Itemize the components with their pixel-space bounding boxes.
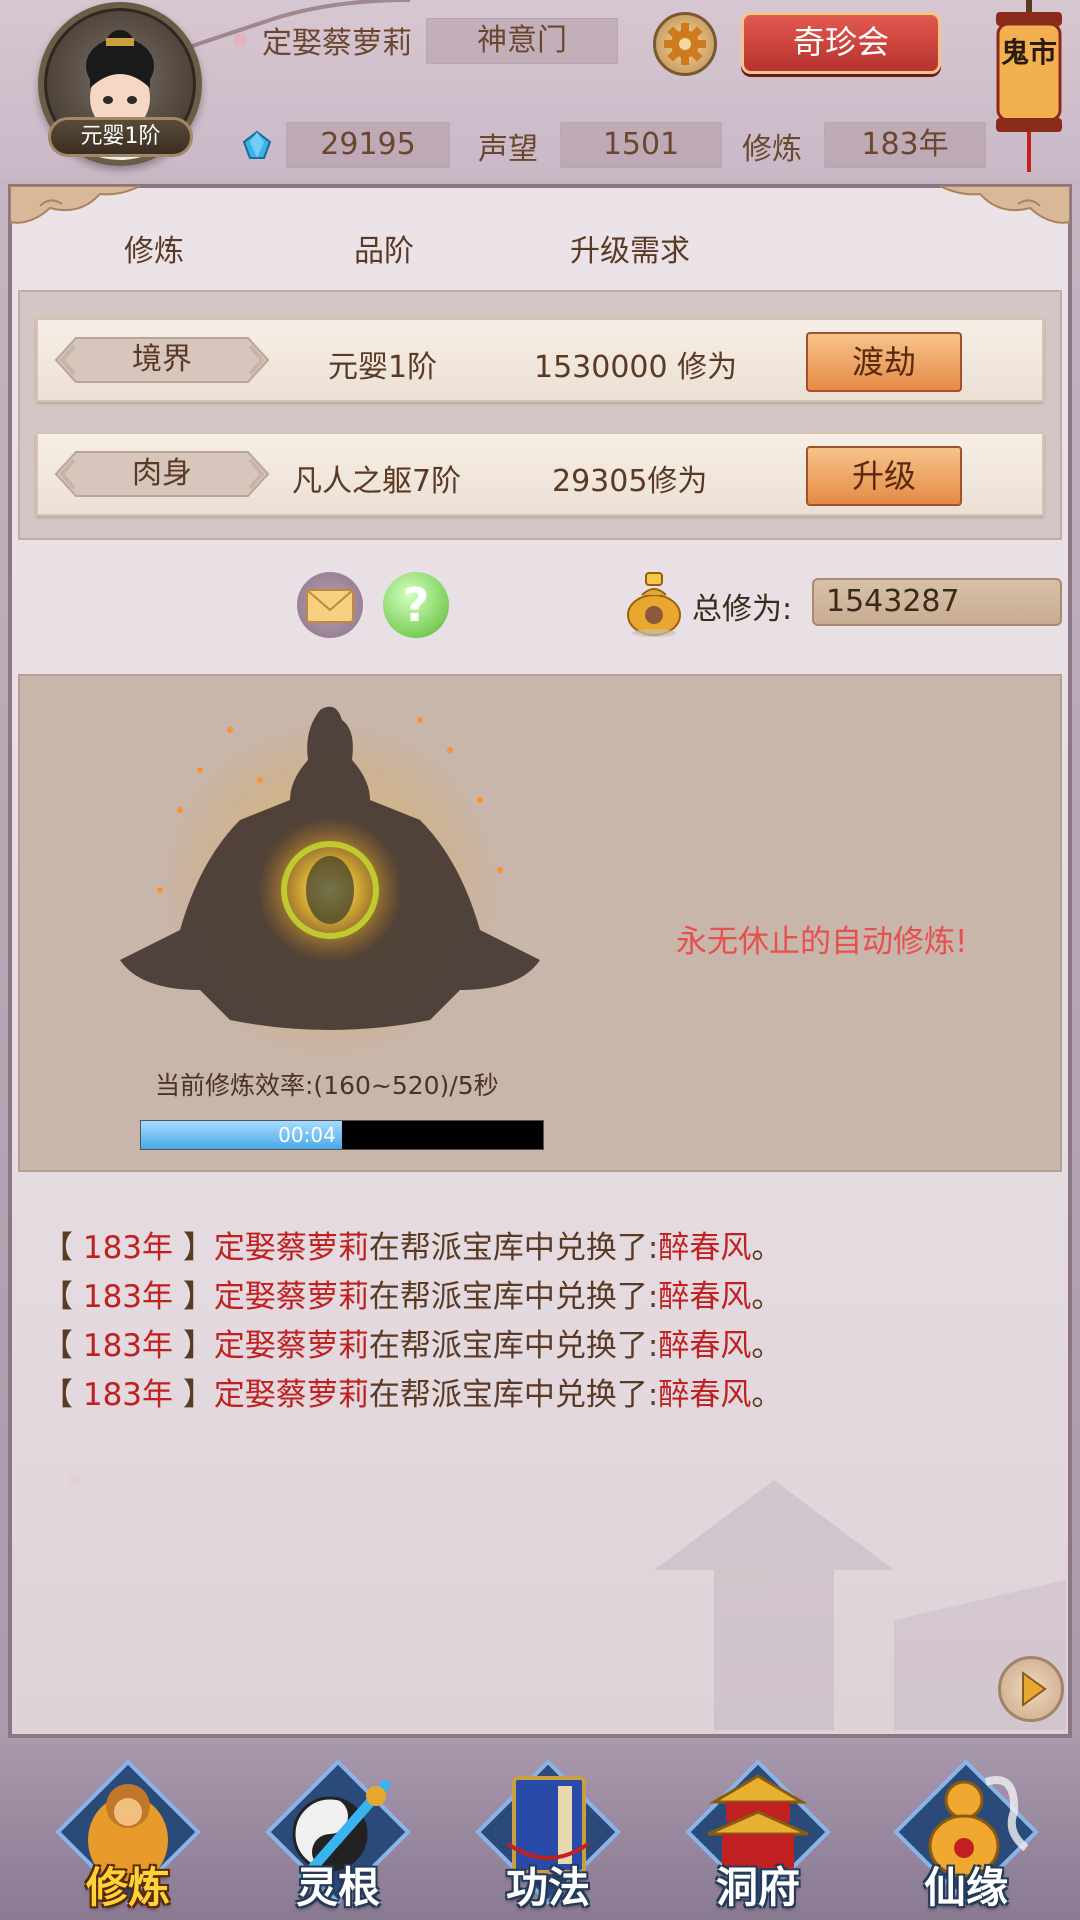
cultivation-rate: 当前修炼效率:(160~520)/5秒: [155, 1071, 499, 1100]
log-name: 定娶蔡萝莉: [213, 1328, 369, 1364]
log-item: 醉春风: [658, 1377, 752, 1413]
log-year: 183年: [73, 1279, 183, 1315]
log-entry: 【 183年 】定娶蔡萝莉在帮派宝库中兑换了:醉春风。: [42, 1273, 1042, 1322]
progress-timer: 00:04: [278, 1123, 336, 1147]
avatar-realm-badge: 元婴1阶: [48, 117, 193, 157]
cloud-decoration-left-icon: [10, 186, 140, 224]
total-cultivation-value: 1543287: [812, 578, 1062, 626]
nav-immortal-fate-label: 仙缘: [923, 1863, 1008, 1912]
ghost-market-label: 鬼市: [1001, 36, 1057, 69]
log-lb: 【: [42, 1328, 73, 1364]
nav-immortal-fate[interactable]: 仙缘: [886, 1752, 1046, 1912]
log-rb: 】: [182, 1230, 214, 1266]
cultivation-label: 修炼: [742, 132, 802, 167]
reputation-label: 声望: [478, 132, 538, 167]
body-tag: 肉身: [52, 448, 272, 500]
log-entry: 【 183年 】定娶蔡萝莉在帮派宝库中兑换了:醉春风。: [42, 1322, 1042, 1371]
realm-row: 境界 元婴1阶 1530000 修为 渡劫: [36, 318, 1044, 402]
log-name: 定娶蔡萝莉: [213, 1230, 369, 1266]
settings-button[interactable]: [653, 12, 717, 76]
realm-requirement: 1530000 修为: [534, 350, 738, 385]
log-mid: 在帮派宝库中兑换了:: [368, 1377, 659, 1413]
log-item: 醉春风: [658, 1279, 752, 1315]
pavilion-background-decoration: [68, 1474, 1066, 1730]
body-requirement: 29305修为: [552, 464, 708, 499]
log-end: 。: [751, 1230, 783, 1266]
body-row: 肉身 凡人之躯7阶 29305修为 升级: [36, 432, 1044, 516]
cloud-decoration-right-icon: [940, 186, 1070, 224]
auto-cultivation-message: 永无休止的自动修炼!: [676, 924, 968, 960]
ghost-market-lantern-button[interactable]: 鬼市: [990, 0, 1068, 175]
log-name: 定娶蔡萝莉: [213, 1279, 369, 1315]
realm-tag: 境界: [52, 334, 272, 386]
mail-button[interactable]: [297, 572, 363, 638]
log-end: 。: [751, 1328, 783, 1364]
player-name: 定娶蔡萝莉: [262, 26, 412, 61]
reputation-value: 1501: [560, 122, 722, 168]
log-rb: 】: [182, 1279, 214, 1315]
log-lb: 【: [42, 1279, 73, 1315]
cultivation-progress-bar: 00:04: [140, 1120, 544, 1150]
realm-tag-label: 境界: [132, 342, 192, 377]
nav-cave-dwelling[interactable]: 洞府: [678, 1752, 838, 1912]
log-item: 醉春风: [658, 1230, 752, 1266]
gear-icon: [664, 23, 706, 65]
log-mid: 在帮派宝库中兑换了:: [368, 1328, 659, 1364]
log-mid: 在帮派宝库中兑换了:: [368, 1230, 659, 1266]
cultivation-years: 183年: [824, 122, 986, 168]
log-entry: 【 183年 】定娶蔡萝莉在帮派宝库中兑换了:醉春风。: [42, 1224, 1042, 1273]
nav-cultivation[interactable]: 修炼: [48, 1752, 208, 1912]
treasure-auction-button[interactable]: 奇珍会: [741, 12, 941, 74]
upgrade-button[interactable]: 升级: [806, 446, 962, 506]
meditating-figure-icon: [120, 706, 540, 1060]
nav-cultivation-label: 修炼: [85, 1863, 170, 1912]
column-header-requirement: 升级需求: [570, 234, 690, 269]
log-item: 醉春风: [658, 1328, 752, 1364]
question-mark-icon: ?: [402, 578, 430, 632]
log-rb: 】: [182, 1328, 214, 1364]
nav-techniques[interactable]: 功法: [468, 1752, 628, 1912]
column-header-cultivation: 修炼: [124, 234, 184, 269]
log-end: 。: [751, 1279, 783, 1315]
log-entry: 【 183年 】定娶蔡萝莉在帮派宝库中兑换了:醉春风。: [42, 1371, 1042, 1420]
spirit-stone-icon: [242, 130, 272, 159]
log-end: 。: [751, 1377, 783, 1413]
body-tag-label: 肉身: [132, 456, 192, 491]
log-year: 183年: [73, 1230, 183, 1266]
log-lb: 【: [42, 1377, 73, 1413]
spirit-stone-count: 29195: [286, 122, 450, 168]
event-log: 【 183年 】定娶蔡萝莉在帮派宝库中兑换了:醉春风。【 183年 】定娶蔡萝莉…: [42, 1224, 1042, 1420]
sect-name: 神意门: [426, 18, 618, 64]
log-mid: 在帮派宝库中兑换了:: [368, 1279, 659, 1315]
realm-grade: 元婴1阶: [328, 350, 438, 385]
tribulation-button[interactable]: 渡劫: [806, 332, 962, 392]
money-bag-icon: [627, 572, 681, 637]
chevron-right-icon: [1022, 1671, 1047, 1707]
log-name: 定娶蔡萝莉: [213, 1377, 369, 1413]
envelope-icon: [306, 589, 354, 623]
log-lb: 【: [42, 1230, 73, 1266]
log-year: 183年: [73, 1328, 183, 1364]
next-page-button[interactable]: [998, 1656, 1064, 1722]
nav-spirit-root-label: 灵根: [295, 1863, 380, 1912]
log-rb: 】: [182, 1377, 214, 1413]
total-cultivation-label: 总修为:: [692, 592, 793, 627]
column-header-grade: 品阶: [354, 234, 414, 269]
nav-techniques-label: 功法: [505, 1863, 590, 1912]
body-grade: 凡人之躯7阶: [292, 464, 462, 499]
log-year: 183年: [73, 1377, 183, 1413]
nav-spirit-root[interactable]: 灵根: [258, 1752, 418, 1912]
help-button[interactable]: ?: [383, 572, 449, 638]
nav-cave-dwelling-label: 洞府: [715, 1863, 800, 1912]
